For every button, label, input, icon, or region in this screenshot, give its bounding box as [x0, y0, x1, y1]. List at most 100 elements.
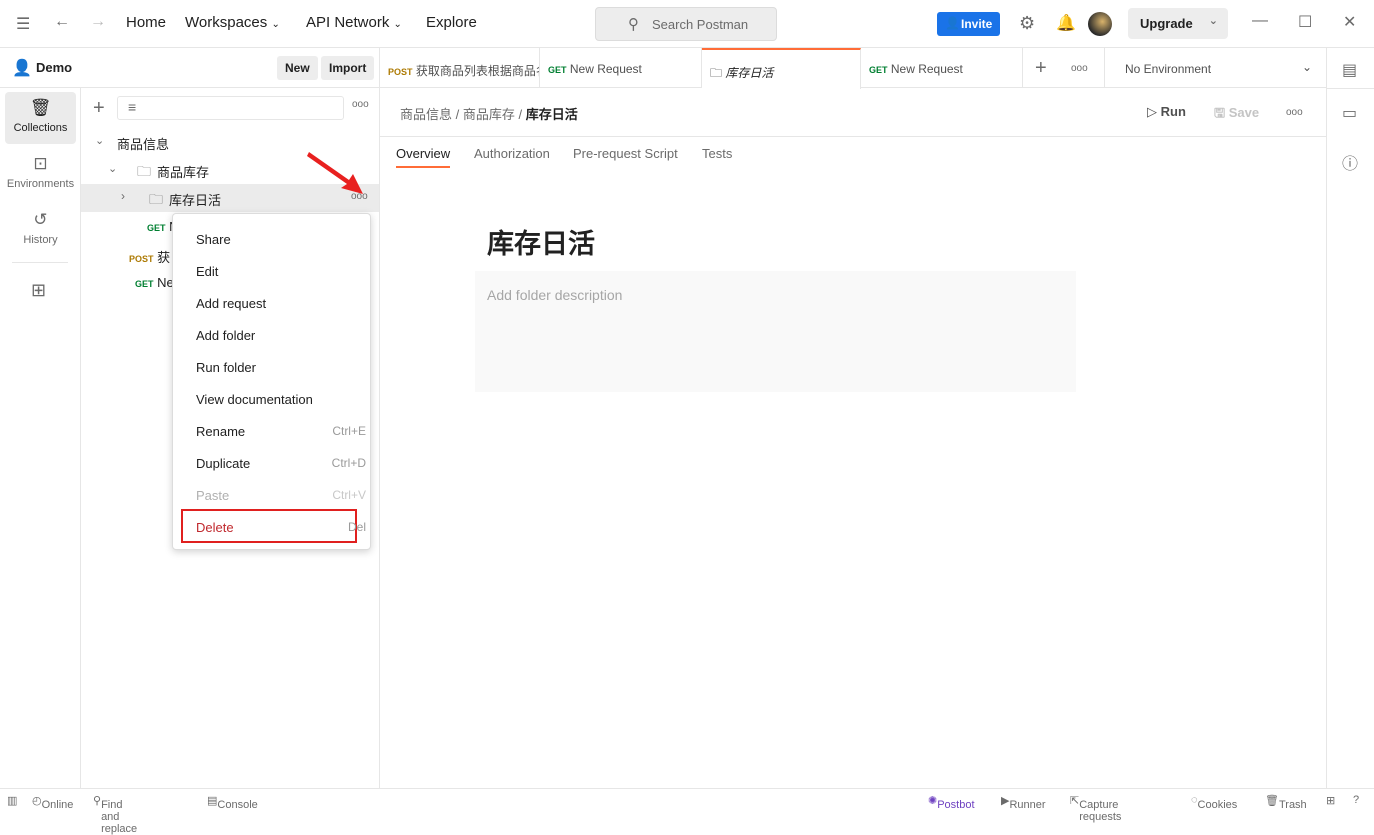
tab-request[interactable]: POST 获取商品列表根据商品名 [380, 48, 540, 88]
tab-authorization[interactable]: Authorization [474, 146, 550, 161]
tab-label: 获取商品列表根据商品名 [415, 64, 540, 78]
gear-icon[interactable]: ⚙ [1019, 13, 1035, 34]
save-button[interactable]: 🖫 Save [1214, 104, 1259, 126]
minimize-icon[interactable]: — [1252, 12, 1268, 30]
tab-pre-request-script[interactable]: Pre-request Script [573, 146, 678, 161]
console-button[interactable]: ▤ Console [207, 794, 258, 811]
menu-shortcut: Ctrl+E [332, 424, 366, 438]
request-name: 获 [157, 250, 171, 265]
nav-home[interactable]: Home [126, 14, 166, 31]
tree-request[interactable]: GET Ne [135, 275, 174, 290]
menu-item-edit[interactable]: Edit [196, 264, 356, 279]
play-icon: ▷ [1147, 104, 1157, 119]
sidebar-item-label: History [23, 234, 58, 246]
sidebar-item-history[interactable]: ↺ History [5, 204, 76, 256]
add-apps-icon[interactable]: ⊞ [31, 280, 46, 301]
documentation-icon[interactable]: ▭ [1342, 103, 1357, 123]
trash-label: Trash [1278, 799, 1307, 811]
environment-quicklook-icon[interactable]: ▤ [1342, 60, 1357, 80]
help-icon[interactable]: ? [1353, 794, 1359, 806]
maximize-icon[interactable]: ☐ [1298, 12, 1312, 32]
breadcrumb-item[interactable]: 商品库存 [463, 107, 515, 122]
find-replace-button[interactable]: ⚲ Find and replace [93, 794, 137, 835]
tab-label: New Request [569, 62, 642, 76]
nav-api-network[interactable]: API Network ⌄ [306, 14, 402, 31]
sidebar-item-collections[interactable]: 🗑 Collections [5, 92, 76, 144]
layout-icon[interactable]: ⊞ [1326, 794, 1335, 807]
method-badge: GET [135, 279, 154, 289]
filter-input[interactable]: ≡ [117, 96, 344, 120]
menu-item-share[interactable]: Share [196, 232, 356, 247]
tab-request[interactable]: GET New Request [540, 48, 702, 88]
forward-arrow-icon[interactable]: → [90, 13, 106, 31]
tab-request[interactable]: GET New Request [861, 48, 1023, 88]
info-icon[interactable]: ⓘ [1342, 150, 1358, 174]
menu-item-label: Run folder [196, 360, 256, 375]
runner-button[interactable]: ▶ Runner [1001, 794, 1046, 811]
tab-folder-active[interactable]: 🗀 库存日活 [702, 48, 861, 89]
filter-icon: ≡ [128, 99, 137, 115]
chevron-down-icon: ⌄ [1301, 60, 1312, 74]
invite-label: Invite [961, 17, 993, 31]
sidebar-item-label: Environments [6, 178, 75, 190]
menu-item-run-folder[interactable]: Run folder [196, 360, 356, 375]
divider [12, 262, 68, 263]
menu-item-add-folder[interactable]: Add folder [196, 328, 356, 343]
nav-explore[interactable]: Explore [426, 14, 477, 31]
avatar[interactable] [1088, 12, 1112, 36]
folder-title[interactable]: 库存日活 [487, 222, 595, 261]
online-status[interactable]: ◴ Online [32, 794, 73, 811]
upgrade-button[interactable]: Upgrade ⌄ [1128, 8, 1228, 39]
menu-item-add-request[interactable]: Add request [196, 296, 356, 311]
capture-requests-button[interactable]: ⇱ Capture requests [1070, 794, 1121, 823]
menu-item-paste[interactable]: Paste Ctrl+V [196, 488, 366, 503]
nav-workspaces[interactable]: Workspaces ⌄ [185, 14, 280, 31]
more-tabs-icon[interactable]: ooo [1071, 63, 1088, 74]
trash-button[interactable]: 🗑 Trash [1265, 794, 1307, 811]
cookies-label: Cookies [1197, 799, 1238, 811]
invite-button[interactable]: 👤 Invite [937, 12, 1000, 36]
run-button[interactable]: ▷ Run [1147, 104, 1186, 120]
toggle-sidebar-icon[interactable]: ▥ [7, 794, 17, 807]
divider [380, 136, 1326, 137]
run-label: Run [1160, 104, 1186, 119]
environment-select[interactable]: No Environment ⌄ [1104, 48, 1326, 88]
tab-overview[interactable]: Overview [396, 146, 450, 161]
new-tab-icon[interactable]: + [1035, 57, 1047, 80]
sidebar-item-label: Collections [13, 122, 68, 134]
menu-item-label: View documentation [196, 392, 313, 407]
sidebar-item-environments[interactable]: ⊡ Environments [5, 148, 76, 200]
more-options-icon[interactable]: ooo [352, 99, 369, 110]
menu-item-duplicate[interactable]: Duplicate Ctrl+D [196, 456, 366, 471]
more-options-icon[interactable]: ooo [1286, 107, 1303, 118]
tab-label: 库存日活 [725, 66, 774, 80]
new-button[interactable]: New [277, 56, 318, 80]
active-tab-indicator [396, 166, 450, 168]
menu-item-view-documentation[interactable]: View documentation [196, 392, 356, 407]
menu-item-rename[interactable]: Rename Ctrl+E [196, 424, 366, 439]
search-input[interactable]: ⚲ Search Postman [595, 7, 777, 41]
breadcrumb-item[interactable]: 商品信息 [400, 107, 452, 122]
chevron-down-icon: ⌄ [108, 163, 118, 175]
subfolder-name: 库存日活 [169, 193, 222, 208]
menu-item-label: Share [196, 232, 231, 247]
folder-icon: 🗀 [710, 66, 723, 80]
user-icon: 👤 [12, 60, 32, 77]
runner-label: Runner [1009, 799, 1046, 811]
back-arrow-icon[interactable]: ← [54, 13, 70, 31]
menu-item-delete[interactable]: Delete Del [196, 520, 366, 535]
search-icon: ⚲ [628, 16, 639, 33]
close-icon[interactable]: ✕ [1343, 12, 1356, 32]
menu-icon[interactable]: ☰ [16, 14, 30, 34]
add-collection-icon[interactable]: + [93, 97, 105, 120]
cookies-button[interactable]: ◌ Cookies [1191, 794, 1237, 811]
folder-description-input[interactable]: Add folder description [475, 271, 1076, 392]
import-button[interactable]: Import [321, 56, 375, 80]
bell-icon[interactable]: 🔔 [1056, 13, 1076, 33]
description-placeholder: Add folder description [487, 287, 623, 303]
chevron-down-icon: ⌄ [271, 19, 280, 30]
tab-label: New Request [890, 62, 963, 76]
tree-request[interactable]: POST 获 [129, 247, 170, 266]
postbot-button[interactable]: ✺ Postbot [928, 794, 975, 811]
tab-tests[interactable]: Tests [702, 146, 732, 161]
